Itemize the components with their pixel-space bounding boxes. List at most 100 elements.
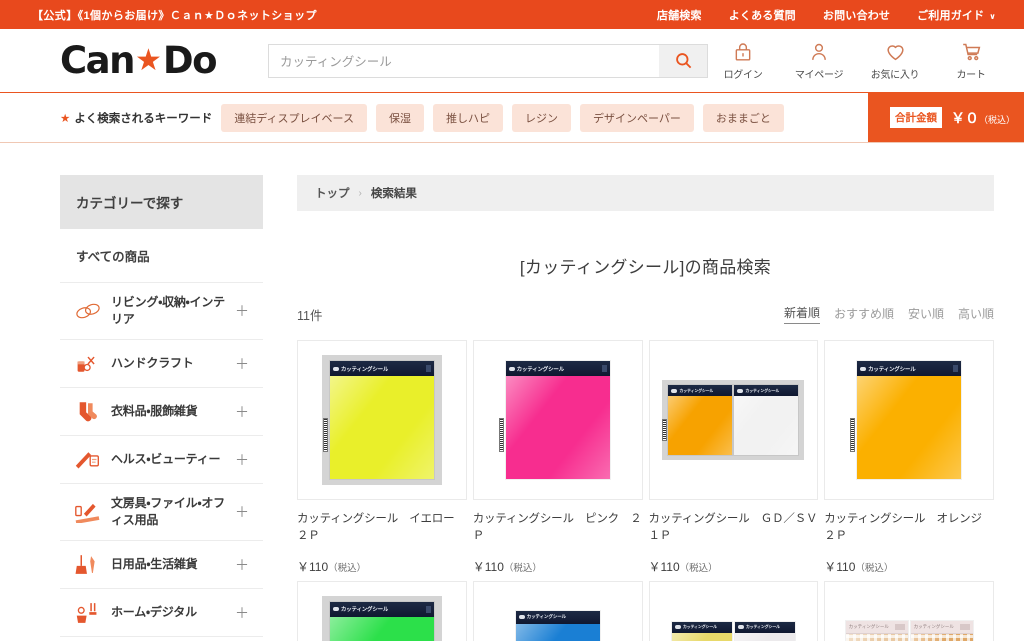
search-input[interactable] xyxy=(269,44,660,77)
sidebar-item-handcraft[interactable]: ハンドクラフト ＋ xyxy=(60,340,263,389)
sidebar-item-daily-goods[interactable]: 日用品・生活雑貨 ＋ xyxy=(60,541,263,590)
product-thumbnail[interactable]: カッティングシール カッティングシール xyxy=(648,580,819,641)
header-login[interactable]: ログイン xyxy=(716,41,770,81)
product-package: カッティングシール xyxy=(850,361,962,479)
sort-price-high[interactable]: 高い順 xyxy=(958,305,994,324)
sidebar-item-home-digital[interactable]: ホーム・デジタル ＋ xyxy=(60,589,263,638)
product-card[interactable]: カッティングシール カッティングシール オレンジ ２Ｐ ￥110（税込） xyxy=(824,340,994,575)
barcode xyxy=(322,417,328,452)
expand-icon[interactable]: ＋ xyxy=(231,555,249,575)
sidebar-item-living[interactable]: リビング・収納・インテリア ＋ xyxy=(60,283,263,341)
sidebar-item-clothing[interactable]: 衣料品・服飾雑貨 ＋ xyxy=(60,388,263,437)
sort-price-low[interactable]: 安い順 xyxy=(908,305,944,324)
category-sidebar-heading: カテゴリーで探す xyxy=(60,175,263,229)
expand-icon[interactable]: ＋ xyxy=(231,450,249,470)
package-header-text: カッティングシール xyxy=(868,366,916,373)
site-tagline: 【公式】《1個からお届け》Ｃａｎ★Ｄｏネットショップ xyxy=(32,9,317,22)
cart-total-button[interactable]: 合計金額 ￥０（税込） xyxy=(868,93,1024,142)
product-card[interactable]: カッティングシール カッティングシール イエロー ２Ｐ ￥110（税込） xyxy=(297,340,467,575)
product-price: ￥110（税込） xyxy=(649,558,819,575)
product-thumbnail[interactable]: カッティングシール xyxy=(297,340,467,500)
popular-keywords-list: ★ よく検索されるキーワード 連結ディスプレイベース 保湿 推しハピ レジン デザ… xyxy=(0,103,784,132)
heart-icon xyxy=(886,44,904,60)
sidebar-item-character-party[interactable]: 推し活・キャラクター・玩具・パーティー ＋ xyxy=(60,637,263,641)
product-card[interactable]: カッティングシール カッティングシール カッティングシール ＧＤ／ＳＶ １Ｐ ￥… xyxy=(648,340,829,575)
keyword-tag[interactable]: 連結ディスプレイベース xyxy=(221,103,367,132)
cart-total-amount: ￥０（税込） xyxy=(951,108,1015,128)
product-card[interactable]: カッティングシール カッティングシール カッティングシール チェック柄 ￥110… xyxy=(824,580,994,641)
product-thumbnail[interactable]: カッティングシール xyxy=(297,580,467,641)
chevron-down-icon: ∨ xyxy=(989,11,996,21)
keyword-tag[interactable]: 推しハピ xyxy=(433,103,503,132)
product-thumbnail[interactable]: カッティングシール カッティングシール xyxy=(648,340,819,500)
craft-icon xyxy=(72,353,103,375)
socks-icon xyxy=(72,400,103,423)
expand-icon[interactable]: ＋ xyxy=(231,502,249,522)
site-logo[interactable]: Can ★ Do xyxy=(60,42,218,79)
product-price: ￥110（税込） xyxy=(297,558,467,575)
sort-newest[interactable]: 新着順 xyxy=(783,304,820,324)
breadcrumb-home[interactable]: トップ xyxy=(315,185,350,201)
expand-icon[interactable]: ＋ xyxy=(231,603,249,623)
product-card[interactable]: カッティングシール カッティングシール ピンク ２Ｐ ￥110（税込） xyxy=(472,340,643,575)
product-package: カッティングシール xyxy=(662,385,733,455)
sidebar-item-living-label: リビング・収納・インテリア xyxy=(111,295,225,327)
product-price-tax-note: （税込） xyxy=(503,562,542,574)
product-name: カッティングシール ピンク ２Ｐ xyxy=(472,513,642,543)
product-grid: カッティングシール カッティングシール イエロー ２Ｐ ￥110（税込） カッテ… xyxy=(297,340,994,641)
popular-keywords-title: ★ よく検索されるキーワード xyxy=(60,110,212,126)
product-card[interactable]: カッティングシール カッティングシール ブルー ２Ｐ ￥110（税込） xyxy=(472,580,643,641)
sidebar-item-stationery[interactable]: 文房具・ファイル・オフィス用品 ＋ xyxy=(60,484,263,542)
utility-nav-guide[interactable]: ご利用ガイド ∨ xyxy=(917,7,996,23)
main-content: トップ › 検索結果 [カッティングシール]の商品検索 11件 新着順 おすすめ… xyxy=(297,175,994,641)
keyword-tag[interactable]: レジン xyxy=(512,103,571,132)
product-card[interactable]: カッティングシール カッティングシール グリーン ２Ｐ ￥110（税込） xyxy=(297,580,467,641)
product-price-tax-note: （税込） xyxy=(328,562,367,574)
expand-icon[interactable]: ＋ xyxy=(231,301,249,321)
keyword-tag[interactable]: デザインペーパー xyxy=(580,103,694,132)
product-price-value: ￥110 xyxy=(824,559,856,574)
header-cart[interactable]: カート xyxy=(944,41,998,81)
page-body: カテゴリーで探す すべての商品 リビング・収納・インテリア ＋ ハンドクラフト … xyxy=(0,143,1024,641)
package-frame: カッティングシール xyxy=(497,355,618,485)
product-price: ￥110（税込） xyxy=(473,558,643,575)
product-thumbnail[interactable]: カッティングシール カッティングシール xyxy=(824,580,994,641)
product-price-tax-note: （税込） xyxy=(855,562,894,574)
search-icon xyxy=(675,53,691,69)
utility-nav-store-search[interactable]: 店舗検索 xyxy=(657,7,702,23)
product-thumbnail[interactable]: カッティングシール xyxy=(472,580,643,641)
product-price-value: ￥110 xyxy=(648,559,680,574)
product-package: カッティングシール xyxy=(910,620,973,641)
header-mypage[interactable]: マイページ xyxy=(792,41,846,81)
product-thumbnail[interactable]: カッティングシール xyxy=(472,340,643,500)
sort-recommended[interactable]: おすすめ順 xyxy=(834,305,894,324)
sidebar-item-all-products[interactable]: すべての商品 xyxy=(60,229,263,283)
product-price-tax-note: （税込） xyxy=(679,562,718,574)
header-cart-label: カート xyxy=(956,69,986,81)
keyword-tag[interactable]: おままごと xyxy=(702,103,784,132)
utility-nav-faq[interactable]: よくある質問 xyxy=(729,7,796,23)
cart-total-value: ￥０ xyxy=(951,109,979,126)
header-favorites[interactable]: お気に入り xyxy=(868,41,922,81)
sheet-color-swatch xyxy=(910,633,973,641)
product-card[interactable]: カッティングシール カッティングシール カッティングシール イエロー／ホワイト … xyxy=(648,580,819,641)
result-count: 11件 xyxy=(297,309,323,323)
header-mypage-label: マイページ xyxy=(794,69,844,81)
keyword-tag[interactable]: 保湿 xyxy=(376,103,424,132)
product-price-value: ￥110 xyxy=(297,559,329,574)
popular-keywords-title-label: よく検索されるキーワード xyxy=(74,112,213,125)
top-utility-bar: 【公式】《1個からお届け》Ｃａｎ★Ｄｏネットショップ 店舗検索 よくある質問 お… xyxy=(0,0,1024,29)
page-title: [カッティングシール]の商品検索 xyxy=(519,258,772,277)
broom-icon xyxy=(72,554,103,576)
sidebar-item-health-beauty-label: ヘルス・ビューティー xyxy=(111,452,221,467)
package-header-text: カッティングシール xyxy=(682,624,717,629)
beauty-icon xyxy=(72,449,103,470)
expand-icon[interactable]: ＋ xyxy=(231,354,249,374)
product-thumbnail[interactable]: カッティングシール xyxy=(824,340,994,500)
sidebar-item-health-beauty[interactable]: ヘルス・ビューティー ＋ xyxy=(60,436,263,485)
package-frame: カッティングシール カッティングシール xyxy=(662,380,805,460)
header-login-label: ログイン xyxy=(723,69,763,81)
expand-icon[interactable]: ＋ xyxy=(231,402,249,422)
search-submit-button[interactable] xyxy=(659,44,708,77)
utility-nav-contact[interactable]: お問い合わせ xyxy=(823,7,890,23)
